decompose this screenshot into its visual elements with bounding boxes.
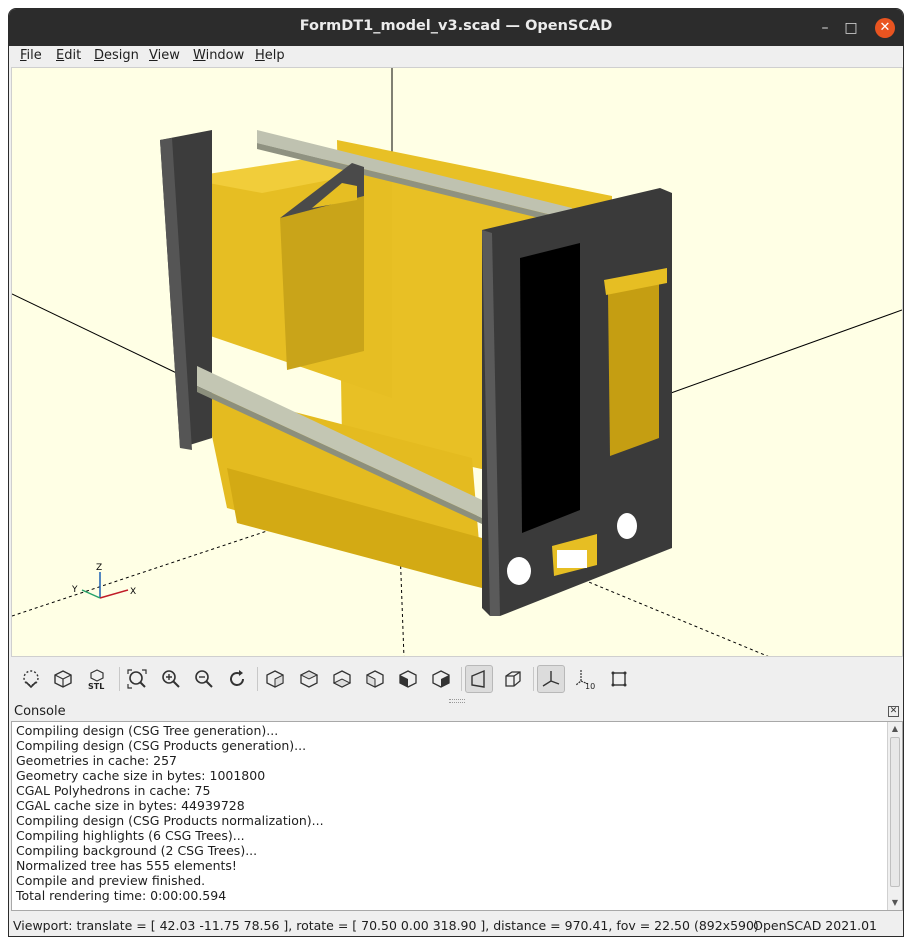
show-scale-markers-button[interactable]: 10 (571, 665, 599, 693)
zoom-in-icon (162, 670, 180, 688)
console-scrollbar[interactable]: ▲ ▼ (887, 722, 902, 910)
console-line: Compiling design (CSG Tree generation)..… (16, 723, 279, 738)
console-line: CGAL cache size in bytes: 44939728 (16, 798, 245, 813)
view-bottom-icon (332, 670, 352, 688)
view-top-icon (299, 670, 319, 688)
menu-view[interactable]: View (149, 48, 180, 63)
svg-text:Z: Z (96, 563, 102, 573)
stl-icon: STL (88, 669, 104, 690)
console-line: Compiling design (CSG Products generatio… (16, 738, 307, 753)
view-right-icon (266, 670, 284, 688)
frame-hole-rect (557, 550, 587, 568)
svg-text:10: 10 (585, 682, 595, 690)
y-neg-axis-line (566, 572, 769, 656)
close-button[interactable]: ✕ (875, 18, 895, 38)
view-toolbar: STL 10 (9, 659, 903, 699)
x-axis-line (12, 293, 188, 379)
view-bottom-button[interactable] (328, 665, 356, 693)
console-title: Console (14, 704, 66, 719)
view-front-icon (399, 670, 417, 688)
orthogonal-button[interactable] (499, 665, 527, 693)
console-line: Total rendering time: 0:00:00.594 (16, 888, 227, 903)
preview-render-button[interactable] (17, 665, 45, 693)
view-top-button[interactable] (295, 665, 323, 693)
version-label: OpenSCAD 2021.01 (753, 918, 877, 933)
axes-icon (542, 671, 560, 687)
reset-view-icon (230, 670, 244, 686)
orthogonal-icon (505, 671, 521, 687)
zoom-out-button[interactable] (190, 665, 218, 693)
scale-markers-icon: 10 (575, 670, 595, 690)
view-left-icon (366, 670, 384, 688)
reset-view-button[interactable] (223, 665, 251, 693)
title-bar: FormDT1_model_v3.scad — OpenSCAD – □ ✕ (9, 9, 903, 46)
inner-bracket-plate (280, 196, 364, 370)
view-front-button[interactable] (394, 665, 422, 693)
frame-hole-left (507, 557, 531, 585)
edges-icon (611, 671, 627, 687)
console-line: Compiling background (2 CSG Trees)... (16, 843, 258, 858)
console-line: CGAL Polyhedrons in cache: 75 (16, 783, 211, 798)
show-edges-button[interactable] (605, 665, 633, 693)
menu-edit[interactable]: Edit (56, 48, 81, 63)
menu-window[interactable]: Window (193, 48, 244, 63)
maximize-button[interactable]: □ (841, 18, 861, 38)
frame-hole-right (617, 513, 637, 539)
view-right-button[interactable] (261, 665, 289, 693)
console-line: Normalized tree has 555 elements! (16, 858, 237, 873)
preview-icon (23, 670, 39, 689)
console-line: Geometry cache size in bytes: 1001800 (16, 768, 266, 783)
console-line: Compiling design (CSG Products normaliza… (16, 813, 324, 828)
menu-bar: File Edit Design View Window Help (9, 46, 903, 67)
frame-window-large (520, 243, 580, 533)
zoom-fit-icon (127, 669, 147, 689)
view-back-icon (432, 670, 450, 688)
console-line: Compiling highlights (6 CSG Trees)... (16, 828, 245, 843)
view-left-button[interactable] (361, 665, 389, 693)
menu-help[interactable]: Help (255, 48, 285, 63)
export-stl-button[interactable]: STL (83, 665, 111, 693)
perspective-icon (471, 669, 485, 688)
render-icon (54, 670, 72, 688)
status-bar: Viewport: translate = [ 42.03 -11.75 78.… (9, 913, 903, 936)
zoom-in-button[interactable] (157, 665, 185, 693)
console-header: Console ✕ (9, 703, 903, 721)
scroll-down-icon[interactable]: ▼ (888, 896, 902, 910)
y-axis-line (656, 309, 902, 399)
scrollbar-thumb[interactable] (890, 737, 900, 887)
viewport-status: Viewport: translate = [ 42.03 -11.75 78.… (13, 918, 759, 933)
frame-window-small (608, 282, 659, 456)
show-axes-button[interactable] (537, 665, 565, 693)
3d-viewport[interactable]: Z X Y (11, 67, 903, 657)
menu-file[interactable]: File (20, 48, 42, 63)
window-title: FormDT1_model_v3.scad — OpenSCAD (299, 18, 613, 34)
minimize-button[interactable]: – (815, 18, 835, 38)
console-close-icon[interactable]: ✕ (888, 706, 899, 717)
zoom-out-icon (195, 670, 213, 688)
render-button[interactable] (49, 665, 77, 693)
console-line: Geometries in cache: 257 (16, 753, 178, 768)
scroll-up-icon[interactable]: ▲ (888, 722, 902, 736)
view-back-button[interactable] (427, 665, 455, 693)
svg-text:Y: Y (71, 585, 78, 595)
console-panel[interactable]: Compiling design (CSG Tree generation)..… (11, 721, 903, 911)
openscad-window: FormDT1_model_v3.scad — OpenSCAD – □ ✕ F… (8, 8, 904, 937)
axes-gizmo: Z X Y (71, 563, 136, 599)
console-output: Compiling design (CSG Tree generation)..… (16, 723, 882, 903)
svg-text:X: X (130, 587, 136, 597)
svg-text:STL: STL (88, 682, 104, 690)
perspective-button[interactable] (465, 665, 493, 693)
menu-design[interactable]: Design (94, 48, 139, 63)
console-line: Compile and preview finished. (16, 873, 206, 888)
view-all-button[interactable] (123, 665, 151, 693)
